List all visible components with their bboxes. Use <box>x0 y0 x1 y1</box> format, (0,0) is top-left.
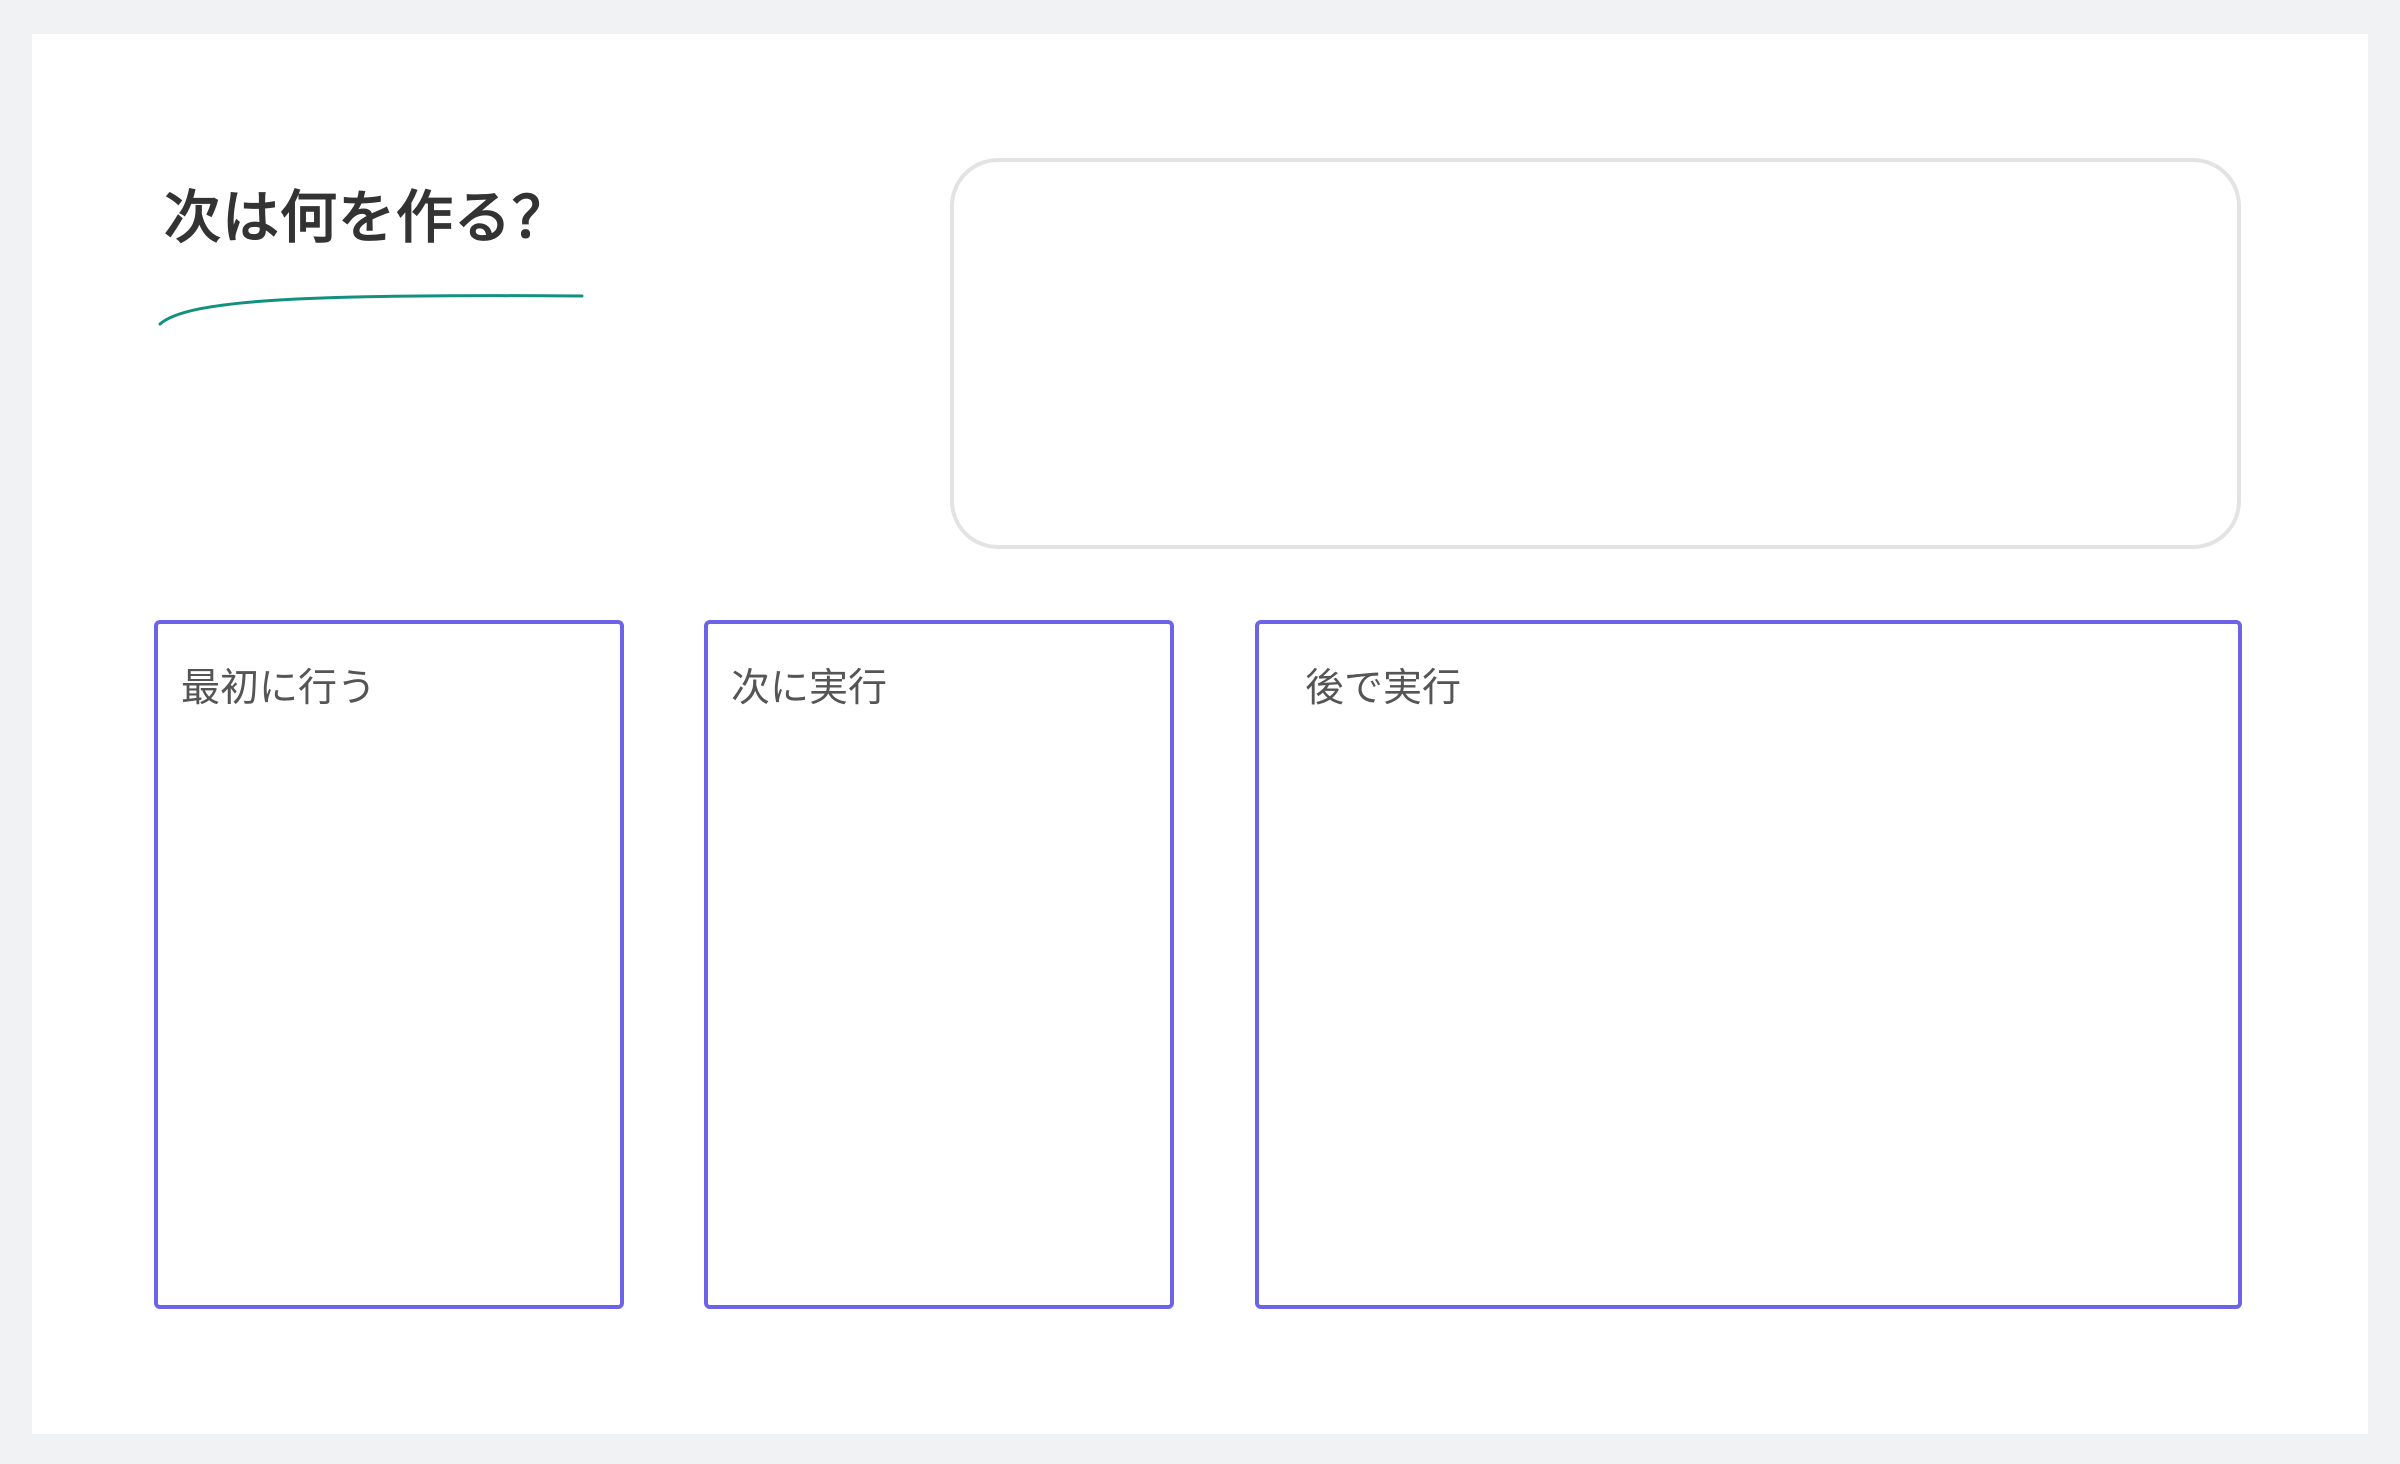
prompt-box[interactable] <box>950 158 2241 549</box>
column-label-do-later: 後で実行 <box>1305 666 1462 711</box>
column-label-do-next: 次に実行 <box>731 666 888 711</box>
whiteboard-canvas[interactable]: 次は何を作る？ 最初に行う 次に実行 後で実行 <box>32 34 2368 1434</box>
column-do-next[interactable]: 次に実行 <box>704 620 1174 1309</box>
column-do-first[interactable]: 最初に行う <box>154 620 624 1309</box>
column-do-later[interactable]: 後で実行 <box>1255 620 2242 1309</box>
board-title[interactable]: 次は何を作る？ <box>164 184 570 252</box>
title-underline-stroke <box>158 294 584 326</box>
column-label-do-first: 最初に行う <box>181 666 377 711</box>
